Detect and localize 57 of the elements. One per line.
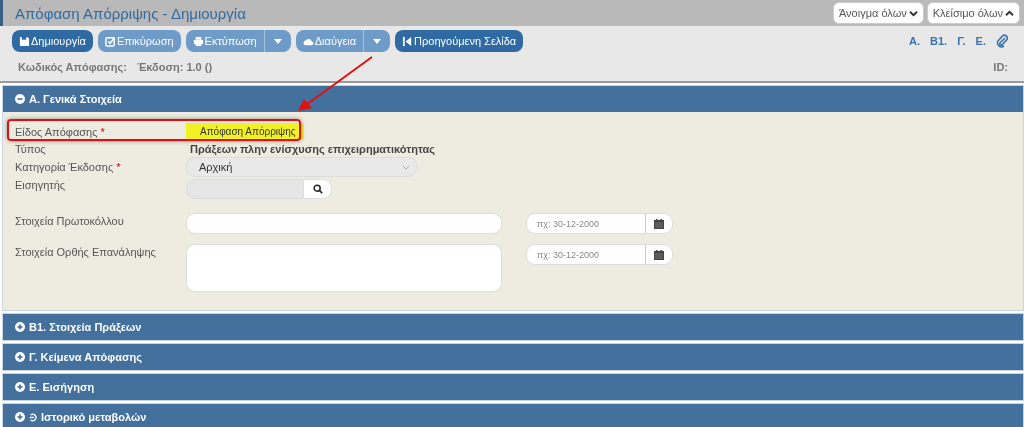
- section-header[interactable]: Γ. Κείμενα Απόφασης: [3, 344, 1023, 370]
- calendar-icon[interactable]: [654, 218, 664, 229]
- search-button[interactable]: [304, 179, 332, 199]
- date-field[interactable]: πχ: 30-12-2000: [526, 244, 673, 265]
- field-value: Πράξεων πλην ενίσχυσης επιχειρηματικότητας: [189, 142, 436, 157]
- chevron-icon: [908, 9, 918, 17]
- caret-icon: [273, 38, 282, 44]
- chevron-icon: [1005, 9, 1014, 17]
- field-label: Τύπος: [15, 142, 47, 155]
- history-icon: [29, 411, 37, 423]
- field-value: Απόφαση Απόρριψης: [186, 122, 304, 140]
- anchor-link[interactable]: Α.: [909, 35, 920, 47]
- minus-circle-icon: [15, 94, 25, 104]
- section-header[interactable]: Ιστορικό μεταβολών: [3, 404, 1023, 427]
- id-label: ID:: [993, 61, 1009, 73]
- section-header[interactable]: Α. Γενικά Στοιχεία: [3, 86, 1023, 112]
- section-title: Β1. Στοιχεία Πράξεων: [29, 321, 142, 333]
- skip-back-icon: [402, 35, 414, 47]
- select-field[interactable]: Αρχική: [186, 157, 417, 177]
- section-title: Γ. Κείμενα Απόφασης: [29, 351, 142, 363]
- field-label: Κατηγορία Έκδοσης *: [15, 160, 122, 173]
- section-title: Ε. Εισήγηση: [29, 381, 95, 393]
- plus-circle-icon: [15, 412, 25, 422]
- section-header[interactable]: Ε. Εισήγηση: [3, 374, 1023, 400]
- date-field[interactable]: πχ: 30-12-2000: [526, 213, 673, 234]
- field-label: Εισηγητής: [15, 178, 67, 191]
- plus-circle-icon: [15, 352, 25, 362]
- anchor-link[interactable]: Β1.: [930, 35, 948, 47]
- toolbar-button[interactable]: Διαύγεια: [295, 30, 364, 52]
- paperclip-icon[interactable]: [996, 34, 1008, 48]
- toolbar-button[interactable]: Επικύρωση: [97, 30, 181, 52]
- collapse-all-button[interactable]: Κλείσιμο όλων: [926, 2, 1020, 24]
- field-label: Στοιχεία Ορθής Επανάληψης: [15, 245, 157, 258]
- version-label: Έκδοση: 1.0 (): [136, 61, 213, 73]
- section-title: Ιστορικό μεταβολών: [41, 411, 147, 423]
- section-header[interactable]: Β1. Στοιχεία Πράξεων: [3, 314, 1023, 340]
- toolbar-button[interactable]: Προηγούμενη Σελίδα: [395, 30, 524, 52]
- code-label: Κωδικός Απόφασης:: [18, 61, 127, 73]
- save-icon: [19, 35, 30, 47]
- expand-all-button[interactable]: Άνοιγμα όλων: [832, 2, 924, 24]
- calendar-icon[interactable]: [654, 249, 664, 260]
- plus-circle-icon: [15, 322, 25, 332]
- toolbar-button[interactable]: Δημιουργία: [12, 30, 93, 52]
- caret-icon: [373, 38, 382, 44]
- anchor-link[interactable]: Γ.: [957, 35, 966, 47]
- printer-icon: [192, 35, 204, 47]
- search-icon: [312, 184, 323, 194]
- anchor-link[interactable]: Ε.: [975, 35, 986, 47]
- section-title: Α. Γενικά Στοιχεία: [29, 93, 122, 105]
- plus-circle-icon: [15, 382, 25, 392]
- field-label: Στοιχεία Πρωτοκόλλου: [15, 214, 125, 227]
- input-field[interactable]: [186, 213, 502, 234]
- window-title: Απόφαση Απόρριψης - Δημιουργία: [15, 4, 246, 22]
- field-label: Είδος Απόφασης *: [15, 125, 106, 138]
- chevron-icon: [402, 164, 410, 170]
- toolbar-button[interactable]: Εκτύπωση: [185, 30, 264, 52]
- checkbox-icon: [104, 35, 116, 47]
